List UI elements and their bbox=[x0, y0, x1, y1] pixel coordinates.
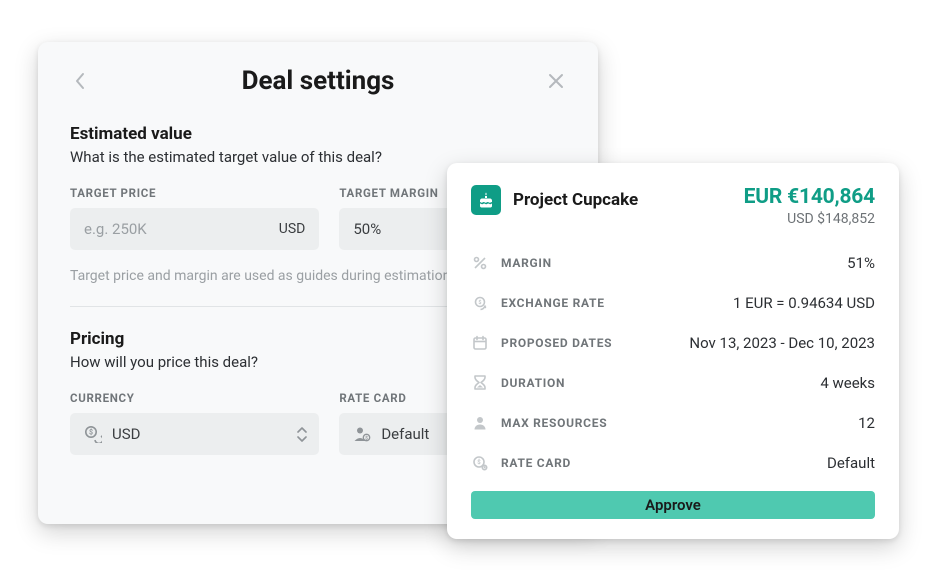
row-label: PROPOSED DATES bbox=[501, 336, 612, 350]
exchange-icon: $ bbox=[471, 295, 489, 311]
svg-text:$: $ bbox=[478, 299, 481, 306]
project-name: Project Cupcake bbox=[513, 190, 638, 210]
currency-field: CURRENCY $ USD bbox=[70, 391, 319, 455]
target-price-field: TARGET PRICE e.g. 250K USD bbox=[70, 186, 319, 250]
cake-icon bbox=[471, 185, 501, 215]
svg-text:$: $ bbox=[366, 435, 369, 442]
row-exchange-rate: $ EXCHANGE RATE 1 EUR = 0.94634 USD bbox=[471, 283, 875, 323]
row-duration: DURATION 4 weeks bbox=[471, 363, 875, 403]
back-icon[interactable] bbox=[70, 71, 90, 91]
row-label: DURATION bbox=[501, 376, 565, 390]
row-proposed-dates: PROPOSED DATES Nov 13, 2023 - Dec 10, 20… bbox=[471, 323, 875, 363]
calendar-icon bbox=[471, 335, 489, 351]
stepper-icon bbox=[297, 427, 307, 442]
select-value: USD bbox=[112, 425, 140, 443]
row-value: 4 weeks bbox=[820, 374, 875, 392]
svg-text:$: $ bbox=[89, 429, 93, 437]
amount-secondary: USD $148,852 bbox=[744, 211, 875, 227]
row-max-resources: MAX RESOURCES 12 bbox=[471, 403, 875, 443]
row-value: 1 EUR = 0.94634 USD bbox=[733, 294, 875, 312]
target-price-input[interactable]: e.g. 250K USD bbox=[70, 208, 319, 250]
row-label: MAX RESOURCES bbox=[501, 416, 607, 430]
currency-select[interactable]: $ USD bbox=[70, 413, 319, 455]
close-icon[interactable] bbox=[546, 71, 566, 91]
svg-text:$: $ bbox=[477, 459, 481, 466]
field-label: CURRENCY bbox=[70, 391, 319, 405]
percent-icon bbox=[471, 255, 489, 271]
row-value: 12 bbox=[858, 414, 875, 432]
settings-title: Deal settings bbox=[90, 66, 546, 96]
hourglass-icon bbox=[471, 375, 489, 391]
summary-info-list: MARGIN 51% $ EXCHANGE RATE 1 EUR = 0.946… bbox=[471, 243, 875, 483]
row-label: MARGIN bbox=[501, 256, 552, 270]
person-money-icon: $ bbox=[353, 425, 371, 443]
amount-primary: EUR €140,864 bbox=[744, 185, 875, 209]
placeholder-text: e.g. 250K bbox=[84, 220, 147, 238]
currency-icon: $ bbox=[84, 425, 102, 443]
deal-summary-panel: Project Cupcake EUR €140,864 USD $148,85… bbox=[447, 163, 899, 539]
row-label: RATE CARD bbox=[501, 456, 571, 470]
settings-header: Deal settings bbox=[70, 66, 566, 96]
row-margin: MARGIN 51% bbox=[471, 243, 875, 283]
currency-suffix: USD bbox=[279, 221, 306, 237]
section-title: Estimated value bbox=[70, 124, 566, 144]
row-label: EXCHANGE RATE bbox=[501, 296, 605, 310]
field-label: TARGET PRICE bbox=[70, 186, 319, 200]
rate-card-icon: $ bbox=[471, 455, 489, 471]
row-value: Nov 13, 2023 - Dec 10, 2023 bbox=[689, 334, 875, 352]
summary-header: Project Cupcake EUR €140,864 USD $148,85… bbox=[471, 185, 875, 227]
row-value: Default bbox=[827, 454, 875, 472]
row-rate-card: $ RATE CARD Default bbox=[471, 443, 875, 483]
approve-button[interactable]: Approve bbox=[471, 491, 875, 519]
row-value: 51% bbox=[847, 254, 875, 272]
input-value: 50% bbox=[353, 220, 381, 238]
select-value: Default bbox=[381, 425, 429, 443]
person-icon bbox=[471, 415, 489, 431]
